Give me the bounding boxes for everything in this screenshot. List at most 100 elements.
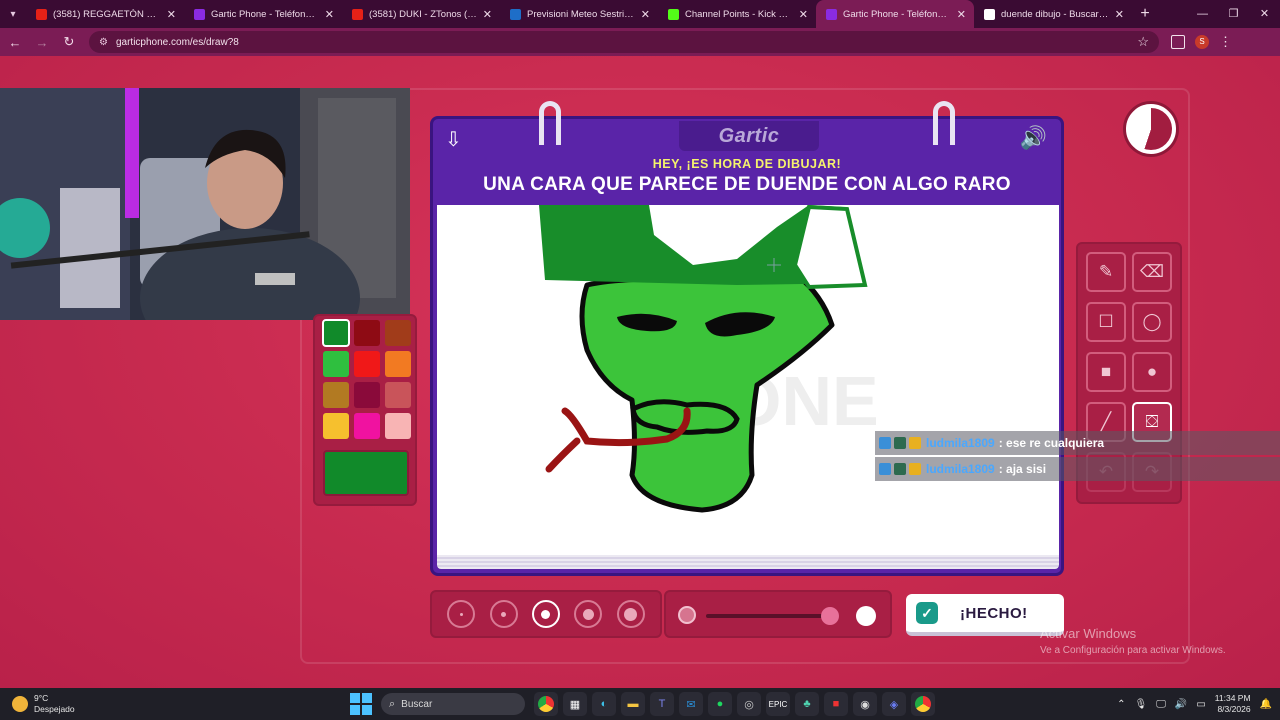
tab-search-icon[interactable]: ▾ bbox=[0, 0, 26, 28]
app-taskbar-icon[interactable]: ♣ bbox=[795, 692, 819, 716]
browser-tab[interactable]: Previsioni Meteo Sestri levante ✕ bbox=[500, 0, 658, 28]
rectangle-outline-icon[interactable]: ☐ bbox=[1086, 302, 1126, 342]
profile-avatar[interactable]: S bbox=[1195, 35, 1209, 49]
color-swatch[interactable] bbox=[323, 382, 349, 408]
close-window-icon[interactable]: ✕ bbox=[1249, 0, 1280, 28]
tab-title: Previsioni Meteo Sestri levante bbox=[527, 8, 635, 20]
color-swatch[interactable] bbox=[354, 382, 380, 408]
mail-taskbar-icon[interactable]: ✉ bbox=[679, 692, 703, 716]
taskbar-search[interactable]: ⌕ Buscar bbox=[381, 693, 525, 715]
brush-size-option[interactable] bbox=[489, 600, 518, 628]
volume-icon[interactable]: 🔊 bbox=[1175, 699, 1187, 710]
browser-tab[interactable]: Gartic Phone - Teléfono Descon ✕ bbox=[816, 0, 974, 28]
forward-icon[interactable]: → bbox=[30, 30, 54, 54]
network-icon[interactable]: 🖵 bbox=[1156, 699, 1166, 710]
webcam-overlay bbox=[0, 88, 410, 320]
brush-size-option[interactable] bbox=[531, 600, 560, 628]
check-icon: ✓ bbox=[916, 602, 938, 624]
spotify-taskbar-icon[interactable]: ● bbox=[708, 692, 732, 716]
color-swatch[interactable] bbox=[354, 413, 380, 439]
clock-date: 8/3/2026 bbox=[1217, 704, 1251, 714]
pencil-icon[interactable]: ✎ bbox=[1086, 252, 1126, 292]
github-taskbar-icon[interactable]: ◉ bbox=[853, 692, 877, 716]
edge-taskbar-icon[interactable]: ◐ bbox=[592, 692, 616, 716]
chrome-profile-taskbar-icon[interactable] bbox=[911, 692, 935, 716]
extensions-icon[interactable] bbox=[1171, 35, 1185, 49]
browser-tab-bar: ▾ (3581) REGGAETÓN OLD SCHO✕ Gartic Phone… bbox=[0, 0, 1280, 28]
tab-close-icon[interactable]: ✕ bbox=[641, 8, 650, 21]
teams-taskbar-icon[interactable]: T bbox=[650, 692, 674, 716]
tray-chevron-icon[interactable]: ⌃ bbox=[1117, 699, 1125, 710]
color-swatch[interactable] bbox=[323, 413, 349, 439]
address-bar[interactable]: ⚙ garticphone.com/es/draw?8 ☆ bbox=[89, 31, 1159, 53]
record-taskbar-icon[interactable]: ■ bbox=[824, 692, 848, 716]
browser-tab[interactable]: (3581) REGGAETÓN OLD SCHO ✕ bbox=[26, 0, 184, 28]
rectangle-filled-icon[interactable]: ■ bbox=[1086, 352, 1126, 392]
battery-icon[interactable]: ▭ bbox=[1196, 699, 1205, 710]
browser-tab[interactable]: (3581) DUKI - ZTonos (Video Of ✕ bbox=[342, 0, 500, 28]
minimize-icon[interactable]: — bbox=[1187, 0, 1218, 28]
chat-text: : aja sisi bbox=[998, 462, 1047, 476]
color-swatch[interactable] bbox=[322, 319, 350, 347]
drawing-prompt: UNA CARA QUE PARECE DE DUENDE CON ALGO R… bbox=[483, 174, 1011, 195]
color-swatch[interactable] bbox=[385, 351, 411, 377]
tab-close-icon[interactable]: ✕ bbox=[799, 8, 808, 21]
tab-title: (3581) DUKI - ZTonos (Video Of bbox=[369, 8, 477, 20]
opacity-track[interactable] bbox=[706, 614, 836, 618]
tab-title: duende dibujo - Buscar con Go bbox=[1001, 8, 1109, 20]
brush-size-option[interactable] bbox=[574, 600, 603, 628]
tab-close-icon[interactable]: ✕ bbox=[1115, 8, 1124, 21]
epic-games-taskbar-icon[interactable]: EPIC bbox=[766, 692, 790, 716]
color-swatch[interactable] bbox=[385, 382, 411, 408]
browser-tab[interactable]: Gartic Phone - Teléfono Descon ✕ bbox=[184, 0, 342, 28]
obs-taskbar-icon[interactable]: ◎ bbox=[737, 692, 761, 716]
gartic-icon bbox=[194, 8, 205, 20]
back-icon[interactable]: ← bbox=[3, 30, 27, 54]
download-icon[interactable]: ⇩ bbox=[445, 127, 462, 152]
tab-close-icon[interactable]: ✕ bbox=[957, 8, 966, 21]
eraser-icon[interactable]: ⌫ bbox=[1132, 252, 1172, 292]
browser-menu-icon[interactable]: ⋮ bbox=[1219, 34, 1232, 50]
color-swatch[interactable] bbox=[385, 413, 411, 439]
color-swatch[interactable] bbox=[323, 351, 349, 377]
restore-icon[interactable]: ❐ bbox=[1218, 0, 1249, 28]
ellipse-filled-icon[interactable]: ● bbox=[1132, 352, 1172, 392]
opacity-thumb[interactable] bbox=[820, 607, 839, 625]
bookmark-star-icon[interactable]: ☆ bbox=[1137, 34, 1149, 50]
discord-taskbar-icon[interactable]: ◈ bbox=[882, 692, 906, 716]
drawing-canvas[interactable]: ONE bbox=[437, 205, 1059, 555]
microphone-icon[interactable]: 🎙 bbox=[1135, 699, 1148, 710]
tab-close-icon[interactable]: ✕ bbox=[325, 8, 334, 21]
color-swatch[interactable] bbox=[385, 320, 411, 346]
gartic-icon bbox=[826, 8, 837, 20]
site-info-icon[interactable]: ⚙ bbox=[99, 37, 108, 48]
notifications-icon[interactable]: 🔔 bbox=[1260, 699, 1272, 710]
browser-tab[interactable]: duende dibujo - Buscar con Go ✕ bbox=[974, 0, 1132, 28]
system-clock[interactable]: 11:34 PM 8/3/2026 bbox=[1215, 693, 1251, 715]
tab-close-icon[interactable]: ✕ bbox=[483, 8, 492, 21]
start-icon[interactable] bbox=[350, 693, 372, 715]
file-explorer-taskbar-icon[interactable]: ▬ bbox=[621, 692, 645, 716]
brush-size-option[interactable] bbox=[616, 600, 645, 628]
opacity-slider[interactable] bbox=[664, 590, 892, 638]
gartic-logo: Gartic bbox=[718, 125, 780, 147]
chat-username: ludmila1809 bbox=[926, 462, 995, 476]
chat-text: : ese re cualquiera bbox=[998, 436, 1105, 450]
sound-icon[interactable]: 🔊 bbox=[1020, 125, 1047, 151]
tab-title: Gartic Phone - Teléfono Descon bbox=[843, 8, 951, 20]
logo-plate: Gartic bbox=[679, 121, 819, 151]
color-swatch[interactable] bbox=[354, 320, 380, 346]
store-taskbar-icon[interactable]: ▦ bbox=[563, 692, 587, 716]
tab-close-icon[interactable]: ✕ bbox=[167, 8, 176, 21]
brush-size-option[interactable] bbox=[447, 600, 476, 628]
new-tab-icon[interactable]: + bbox=[1132, 5, 1158, 23]
color-swatch[interactable] bbox=[354, 351, 380, 377]
taskbar-search-placeholder: Buscar bbox=[401, 698, 433, 710]
activate-windows-title: Activar Windows bbox=[1040, 626, 1137, 641]
browser-tab[interactable]: Channel Points - Kick Dashboar ✕ bbox=[658, 0, 816, 28]
weather-widget[interactable]: 9°C Despejado bbox=[12, 693, 75, 715]
chrome-taskbar-icon[interactable] bbox=[534, 692, 558, 716]
ellipse-outline-icon[interactable]: ◯ bbox=[1132, 302, 1172, 342]
reload-icon[interactable]: ↻ bbox=[57, 30, 81, 54]
search-icon: ⌕ bbox=[389, 697, 396, 710]
